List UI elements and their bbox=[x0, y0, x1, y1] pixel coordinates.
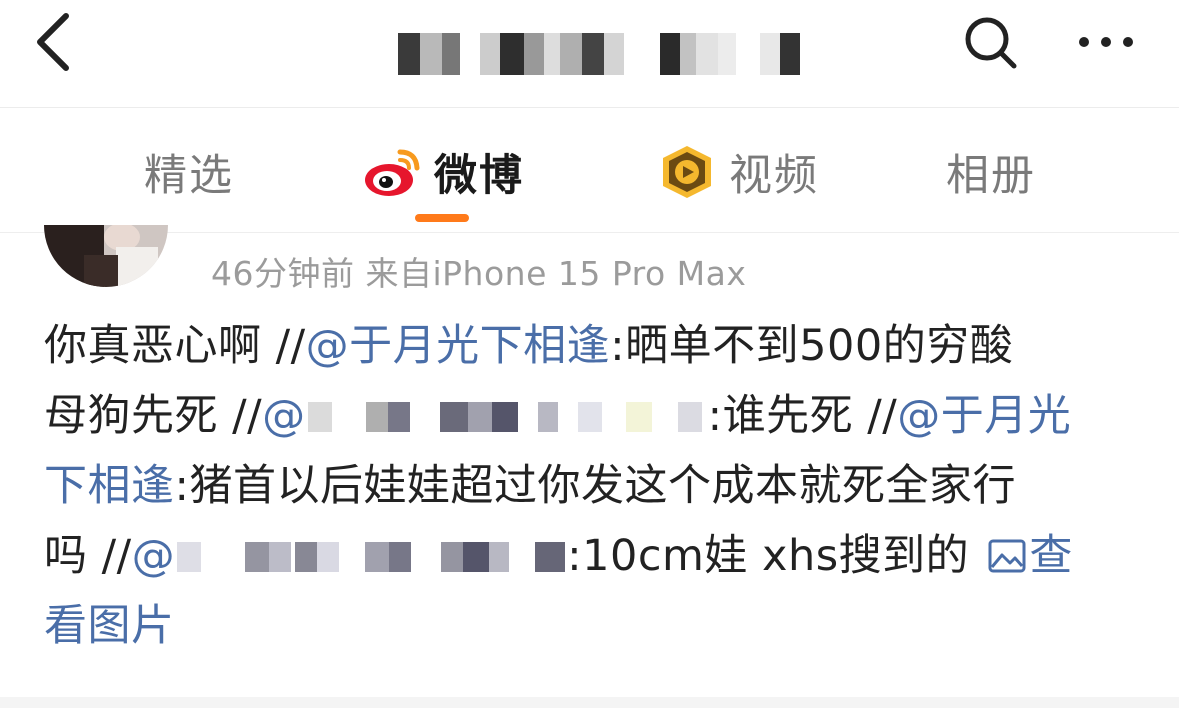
more-horizontal-icon bbox=[1079, 37, 1133, 47]
active-tab-indicator bbox=[415, 214, 469, 222]
view-image-link-text[interactable]: 看图片 bbox=[44, 601, 175, 651]
content-text: 母狗先死 // bbox=[44, 391, 263, 441]
divider bbox=[0, 697, 1179, 708]
search-icon bbox=[965, 17, 1017, 69]
video-play-icon bbox=[663, 146, 711, 198]
user-mention[interactable]: @于月光下相逢 bbox=[306, 321, 611, 371]
tab-album[interactable]: 相册 bbox=[946, 140, 1036, 204]
image-icon bbox=[988, 539, 1026, 573]
tab-weibo-label: 微博 bbox=[434, 151, 524, 201]
view-image-link[interactable]: 查 bbox=[983, 531, 1073, 581]
more-options-button[interactable] bbox=[1076, 22, 1136, 62]
chevron-left-icon bbox=[37, 13, 69, 71]
tab-video-label: 视频 bbox=[729, 151, 819, 201]
tab-video[interactable]: 视频 bbox=[657, 140, 819, 204]
redacted-username bbox=[175, 536, 567, 578]
post-content: 你真恶心啊 //@于月光下相逢:晒单不到500的穷酸 母狗先死 //@ :谁先死… bbox=[44, 311, 1144, 661]
tab-weibo[interactable]: 微博 bbox=[362, 140, 524, 204]
top-nav-bar bbox=[0, 0, 1179, 108]
content-line: 母狗先死 //@ :谁先死 //@于月光 bbox=[44, 381, 1144, 451]
content-text: :谁先死 // bbox=[707, 391, 898, 441]
tab-featured[interactable]: 精选 bbox=[144, 140, 234, 204]
content-text: :晒单不到500的穷酸 bbox=[610, 321, 1014, 371]
avatar[interactable] bbox=[44, 225, 168, 287]
content-text: 吗 // bbox=[44, 531, 132, 581]
content-text: 你真恶心啊 // bbox=[44, 321, 306, 371]
search-button[interactable] bbox=[962, 14, 1018, 70]
content-line: 你真恶心啊 //@于月光下相逢:晒单不到500的穷酸 bbox=[44, 311, 1144, 381]
tab-featured-label: 精选 bbox=[144, 151, 234, 201]
tab-album-label: 相册 bbox=[946, 151, 1036, 201]
profile-tabs: 精选 微博 视频 相册 bbox=[0, 108, 1179, 233]
content-line: 吗 //@ :10cm娃 xhs搜到的 查 bbox=[44, 521, 1144, 591]
content-line: 看图片 bbox=[44, 591, 1144, 661]
weibo-logo-icon bbox=[365, 149, 420, 196]
post-card[interactable]: 46分钟前 来自iPhone 15 Pro Max 你真恶心啊 //@于月光下相… bbox=[0, 225, 1179, 708]
user-mention[interactable]: @于月光 bbox=[897, 391, 1071, 441]
user-mention[interactable]: @ bbox=[132, 531, 176, 581]
view-image-link-text: 查 bbox=[1029, 531, 1073, 581]
user-mention[interactable]: 下相逢 bbox=[44, 461, 175, 511]
user-mention[interactable]: @ bbox=[262, 391, 306, 441]
avatar-image bbox=[44, 225, 168, 287]
page-title-redacted bbox=[398, 33, 808, 75]
content-text: :猪首以后娃娃超过你发这个成本就死全家行 bbox=[174, 461, 1016, 511]
back-button[interactable] bbox=[28, 10, 92, 74]
redacted-username bbox=[306, 396, 708, 438]
content-text: :10cm娃 xhs搜到的 bbox=[567, 531, 984, 581]
post-meta: 46分钟前 来自iPhone 15 Pro Max bbox=[211, 254, 747, 293]
content-line: 下相逢:猪首以后娃娃超过你发这个成本就死全家行 bbox=[44, 451, 1144, 521]
